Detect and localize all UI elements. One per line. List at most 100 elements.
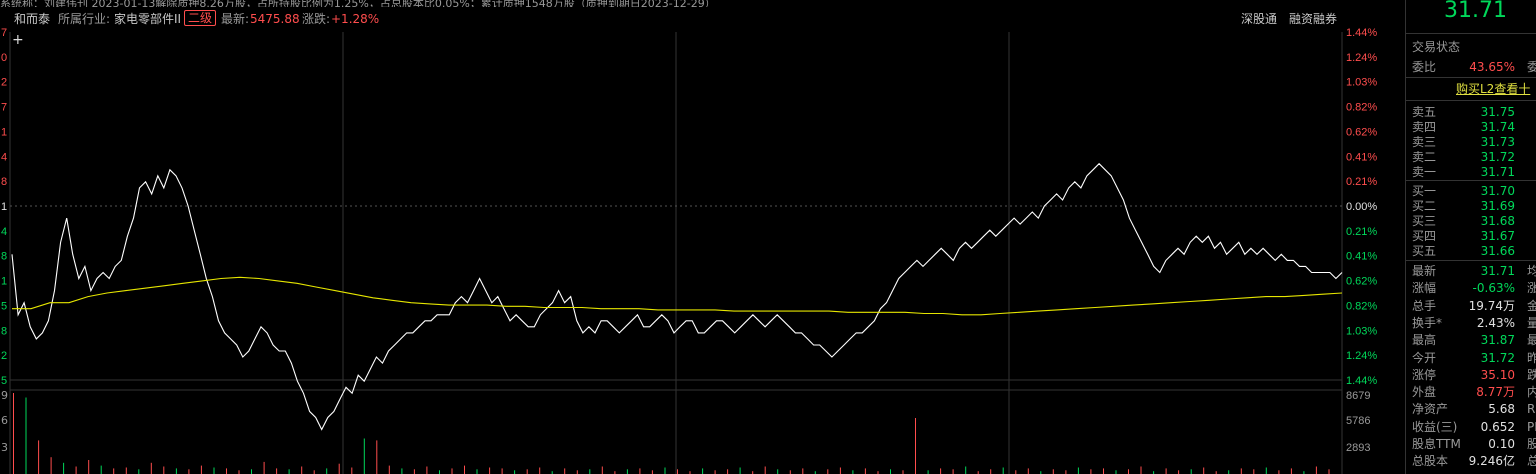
volume-bar: [200, 465, 202, 474]
volume-bar: [789, 470, 791, 474]
axis-tick-label: 0.41%: [1346, 251, 1377, 263]
volume-bar: [1178, 470, 1180, 474]
volume-bar: [50, 457, 52, 474]
stat-row-value: 5.68: [1488, 402, 1515, 417]
stat-row[interactable]: 最新 31.71 均: [1406, 263, 1536, 279]
stat-row[interactable]: 净资产 5.68 RO: [1406, 401, 1536, 417]
volume-bar: [113, 468, 115, 474]
volume-bar: [915, 418, 916, 474]
buy-level-row[interactable]: 买三 31.68: [1406, 213, 1536, 229]
divider: [1406, 260, 1536, 261]
stat-row-value: 31.87: [1480, 333, 1515, 348]
axis-tick-label-left: 8: [1, 325, 7, 337]
volume-bar: [301, 466, 303, 474]
stat-row[interactable]: 最高 31.87 最: [1406, 332, 1536, 348]
volume-bar: [927, 470, 929, 474]
stat-row[interactable]: 收益(三) 0.652 PE: [1406, 419, 1536, 435]
volume-bar: [902, 470, 904, 474]
sell-level-row[interactable]: 卖五 31.75: [1406, 104, 1536, 120]
volume-bar: [63, 462, 65, 474]
stat-row[interactable]: 换手* 2.43% 量: [1406, 315, 1536, 331]
volume-bar: [263, 461, 265, 474]
stat-row-value: 35.10: [1480, 367, 1515, 382]
buy-l2-row: 购买L2查看十: [1406, 81, 1536, 97]
volume-axis-label: 5786: [1346, 415, 1370, 427]
axis-tick-label: 1.44%: [1346, 375, 1377, 387]
divider: [1406, 180, 1536, 181]
buy-level-row-value: 31.66: [1480, 244, 1515, 258]
stat-row-extra: 金: [1527, 298, 1536, 313]
stat-row-value: 0.652: [1480, 419, 1515, 434]
stat-row-label: 换手*: [1412, 315, 1443, 330]
buy-level-row-value: 31.69: [1480, 199, 1515, 213]
axis-tick-label-left: 5: [1, 300, 7, 312]
sell-level-row[interactable]: 卖二 31.72: [1406, 149, 1536, 165]
buy-level-row-label: 买三: [1412, 214, 1437, 228]
sell-level-row-value: 31.73: [1480, 135, 1515, 149]
volume-bar: [664, 467, 666, 474]
average-price-line: [12, 276, 1343, 316]
stat-row[interactable]: 总股本 9.246亿总: [1406, 453, 1536, 469]
axis-tick-label: 0.62%: [1346, 276, 1377, 288]
sell-level-row[interactable]: 卖四 31.74: [1406, 119, 1536, 135]
stat-row[interactable]: 涨幅 -0.63% 涨: [1406, 280, 1536, 296]
volume-bar: [839, 467, 841, 474]
stat-row[interactable]: 外盘 8.77万内: [1406, 384, 1536, 400]
axis-tick-label-left: 2: [1, 350, 7, 362]
volume-bar: [363, 438, 365, 474]
volume-bar: [1052, 469, 1054, 474]
volume-bar: [1115, 470, 1117, 474]
volume-bar: [464, 465, 465, 474]
buy-level-row[interactable]: 买五 31.66: [1406, 243, 1536, 259]
buy-level-row[interactable]: 买四 31.67: [1406, 228, 1536, 244]
volume-bar: [251, 469, 252, 474]
buy-level-row-label: 买五: [1412, 244, 1437, 258]
axis-tick-label: 1.03%: [1346, 325, 1377, 337]
stat-row-value: 2.43%: [1476, 315, 1515, 330]
volume-bar: [589, 469, 591, 474]
stat-row-label: 外盘: [1412, 385, 1437, 400]
stat-row-label: 股息TTM: [1412, 437, 1461, 451]
order-ratio-row: 委比 43.65% 委: [1406, 59, 1536, 75]
axis-tick-label-left: 4: [1, 226, 7, 238]
stat-row-label: 总股本: [1412, 454, 1449, 469]
volume-bar: [88, 460, 90, 474]
stat-row-extra: 总: [1527, 454, 1536, 469]
volume-bar: [1328, 469, 1330, 474]
order-ratio-label: 委比: [1412, 60, 1437, 74]
stat-row[interactable]: 涨停 35.10 跌: [1406, 367, 1536, 383]
stat-row[interactable]: 总手 19.74万金: [1406, 298, 1536, 314]
axis-tick-label: 1.44%: [1346, 27, 1377, 39]
stat-row-extra: 最: [1527, 333, 1536, 348]
sell-level-row-label: 卖二: [1412, 150, 1437, 164]
sell-level-row[interactable]: 卖三 31.73: [1406, 134, 1536, 150]
stat-row-value: 9.246亿: [1468, 454, 1515, 469]
volume-bar: [413, 469, 415, 474]
stat-row-extra: 内: [1527, 385, 1536, 400]
stat-row-label: 总手: [1412, 298, 1437, 313]
volume-bar: [100, 465, 102, 474]
trade-status-title: 交易状态: [1412, 40, 1461, 54]
sell-level-row[interactable]: 卖一 31.71: [1406, 164, 1536, 180]
crosshair-icon: +: [12, 32, 24, 48]
buy-l2-link[interactable]: 购买L2查看十: [1456, 81, 1530, 97]
order-ratio-value: 43.65%: [1469, 60, 1515, 74]
volume-bar: [401, 468, 403, 474]
timeshare-chart[interactable]: +1.44% 7 1.24% 0 1.03% 2 0.82% 7 0.62% 1 0.41% 4 0.2…: [0, 0, 1400, 474]
volume-bar: [451, 468, 453, 474]
axis-tick-label-left: 1: [1, 276, 7, 288]
axis-tick-label: 0.62%: [1346, 126, 1377, 138]
axis-tick-label: 0.21%: [1346, 226, 1377, 238]
axis-tick-label: 1.03%: [1346, 77, 1377, 89]
buy-level-row[interactable]: 买一 31.70: [1406, 183, 1536, 199]
volume-bar: [1103, 468, 1104, 474]
volume-bar: [501, 468, 503, 474]
buy-level-row[interactable]: 买二 31.69: [1406, 198, 1536, 214]
stat-row[interactable]: 股息TTM 0.10 股: [1406, 436, 1536, 452]
stat-row[interactable]: 今开 31.72 昨: [1406, 350, 1536, 366]
stat-row-value: 19.74万: [1468, 298, 1515, 313]
divider: [1406, 77, 1536, 78]
volume-bar: [777, 469, 779, 474]
volume-bar: [890, 469, 891, 474]
volume-bar: [940, 468, 942, 474]
